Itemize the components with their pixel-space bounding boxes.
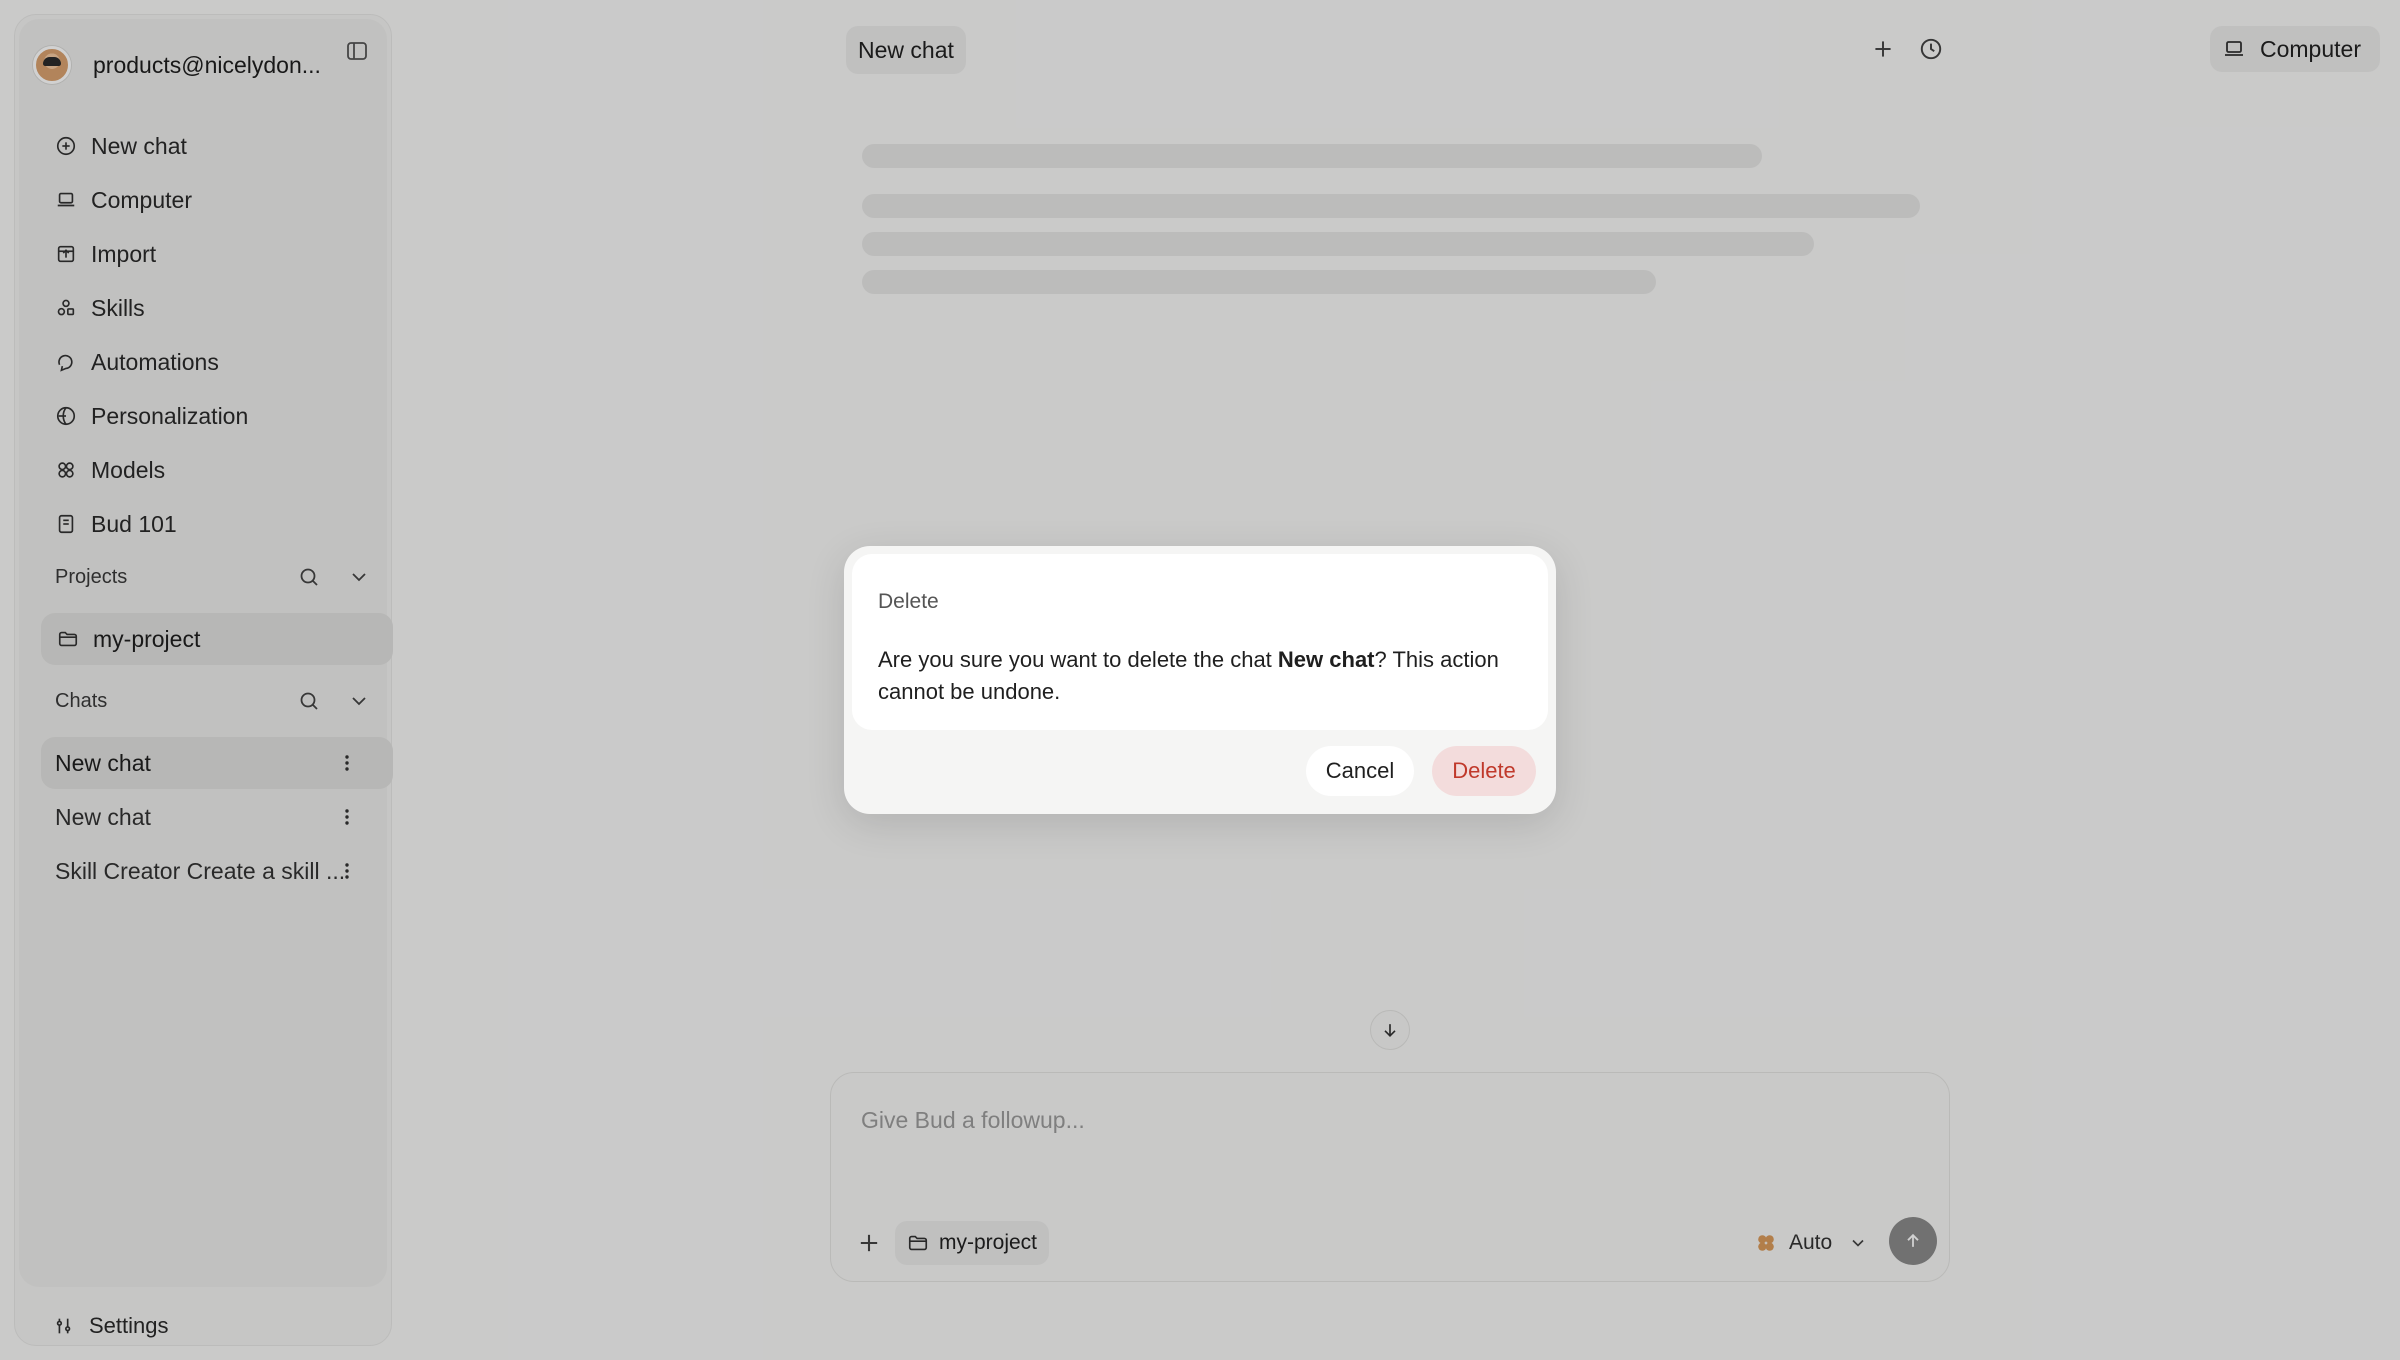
dialog-message-prefix: Are you sure you want to delete the chat bbox=[878, 647, 1278, 672]
delete-dialog: Delete Are you sure you want to delete t… bbox=[844, 546, 1556, 814]
dialog-title: Delete bbox=[878, 590, 939, 613]
app-window: products@nicelydon... New chat Computer … bbox=[0, 0, 2400, 1360]
dialog-message: Are you sure you want to delete the chat… bbox=[878, 644, 1528, 708]
dialog-body: Delete Are you sure you want to delete t… bbox=[852, 554, 1548, 730]
dialog-chat-name: New chat bbox=[1277, 647, 1375, 672]
delete-button[interactable]: Delete bbox=[1432, 746, 1536, 796]
cancel-button[interactable]: Cancel bbox=[1306, 746, 1414, 796]
